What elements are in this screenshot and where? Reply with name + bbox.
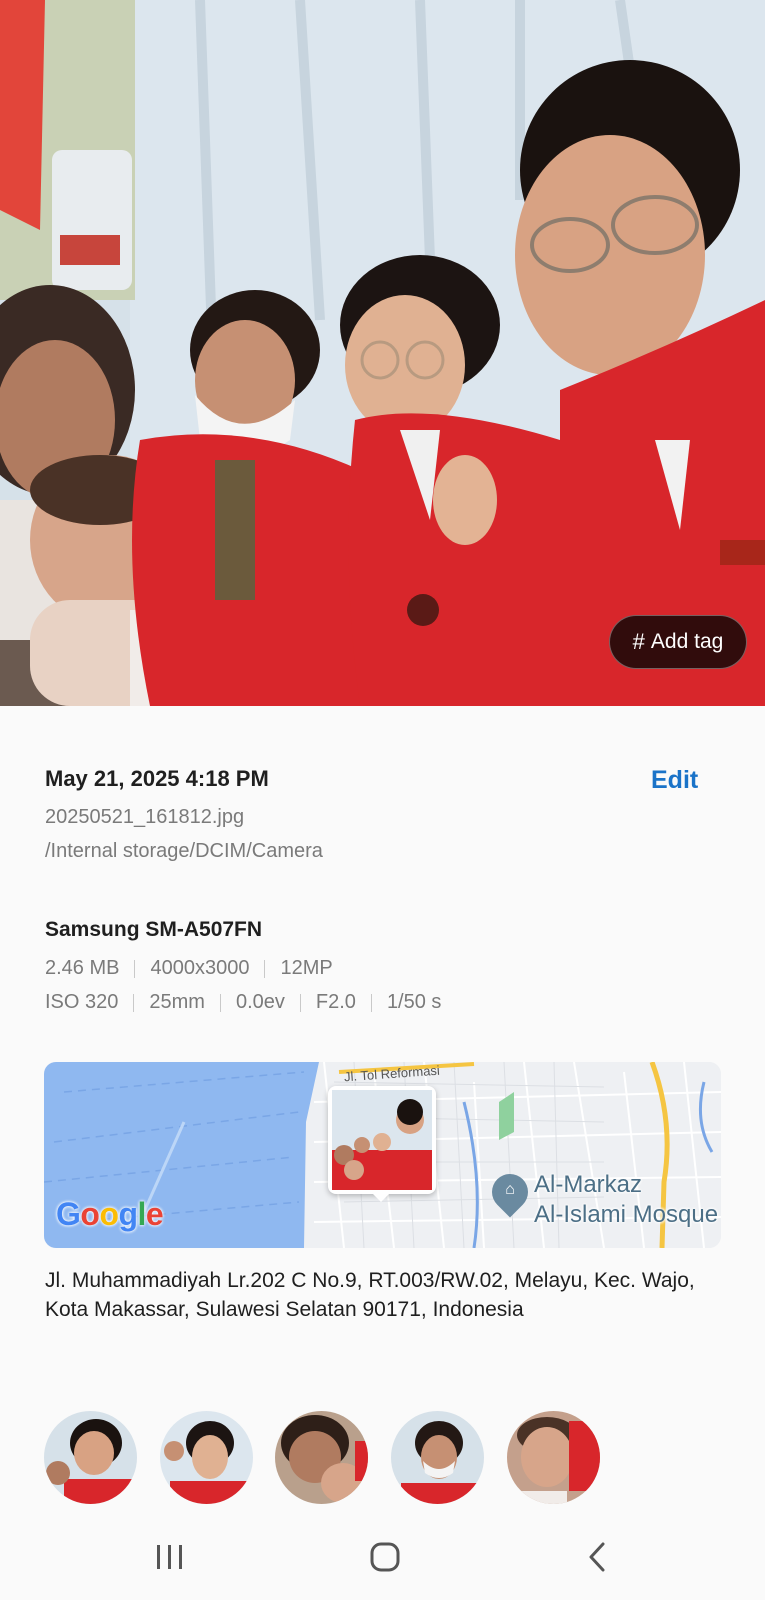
face-image xyxy=(391,1411,484,1504)
marker-thumbnail xyxy=(332,1090,432,1190)
divider xyxy=(134,959,136,978)
face-image xyxy=(507,1411,600,1504)
recent-apps-button[interactable] xyxy=(145,1535,195,1579)
focal-length: 25mm xyxy=(149,991,205,1013)
photo-details-screen: # Add tag May 21, 2025 4:18 PM Edit 2025… xyxy=(0,0,765,1600)
people-row xyxy=(44,1411,724,1505)
poi-name-line-1: Al-Markaz xyxy=(534,1171,643,1198)
system-navigation-bar xyxy=(0,1515,765,1600)
photo-image xyxy=(0,0,765,706)
file-path: /Internal storage/DCIM/Camera xyxy=(45,840,323,862)
face-thumbnail[interactable] xyxy=(275,1411,368,1504)
face-image xyxy=(275,1411,368,1504)
divider xyxy=(370,993,372,1012)
photo-preview[interactable]: # Add tag xyxy=(0,0,765,706)
file-size: 2.46 MB xyxy=(45,957,120,979)
mosque-icon: ⌂ xyxy=(505,1181,515,1198)
location-address: Jl. Muhammadiyah Lr.202 C No.9, RT.003/R… xyxy=(45,1269,695,1321)
face-image xyxy=(44,1411,137,1504)
home-icon xyxy=(370,1542,400,1572)
exposure-value: 0.0ev xyxy=(235,991,285,1013)
face-thumbnail[interactable] xyxy=(507,1411,600,1504)
google-logo: Google xyxy=(56,1196,164,1232)
device-model: Samsung SM-A507FN xyxy=(45,918,263,941)
recent-apps-icon xyxy=(157,1545,182,1569)
file-specs-row: 2.46 MB 4000x3000 12MP xyxy=(45,957,333,980)
iso: ISO 320 xyxy=(45,991,119,1013)
map-photo-marker[interactable] xyxy=(328,1086,436,1194)
back-icon xyxy=(589,1542,605,1572)
aperture: F2.0 xyxy=(315,991,356,1013)
poi-label: Al-Markaz Al-Islami Mosque xyxy=(534,1170,718,1230)
face-thumbnail[interactable] xyxy=(44,1411,137,1504)
location-map[interactable]: Jl. Tol Reformasi ⌂ Al-Markaz Al-Islami … xyxy=(44,1062,721,1248)
exposure-specs-row: ISO 320 25mm 0.0ev F2.0 1/50 s xyxy=(45,991,441,1014)
poi-name-line-2: Al-Islami Mosque xyxy=(534,1201,719,1228)
edit-button[interactable]: Edit xyxy=(651,766,698,795)
divider xyxy=(264,959,266,978)
add-tag-label: Add tag xyxy=(650,630,724,653)
face-image xyxy=(160,1411,253,1504)
hash-icon: # xyxy=(632,629,645,654)
shutter-speed: 1/50 s xyxy=(386,991,442,1013)
back-button[interactable] xyxy=(572,1535,622,1579)
resolution: 4000x3000 xyxy=(150,957,250,979)
face-thumbnail[interactable] xyxy=(391,1411,484,1504)
add-tag-button[interactable]: # Add tag xyxy=(609,615,747,669)
divider xyxy=(299,993,301,1012)
megapixels: 12MP xyxy=(280,957,333,979)
file-name: 20250521_161812.jpg xyxy=(45,806,245,828)
photo-datetime: May 21, 2025 4:18 PM xyxy=(45,766,269,791)
home-button[interactable] xyxy=(360,1535,410,1579)
divider xyxy=(133,993,135,1012)
marker-pointer xyxy=(371,1192,391,1202)
divider xyxy=(219,993,221,1012)
face-thumbnail[interactable] xyxy=(160,1411,253,1504)
